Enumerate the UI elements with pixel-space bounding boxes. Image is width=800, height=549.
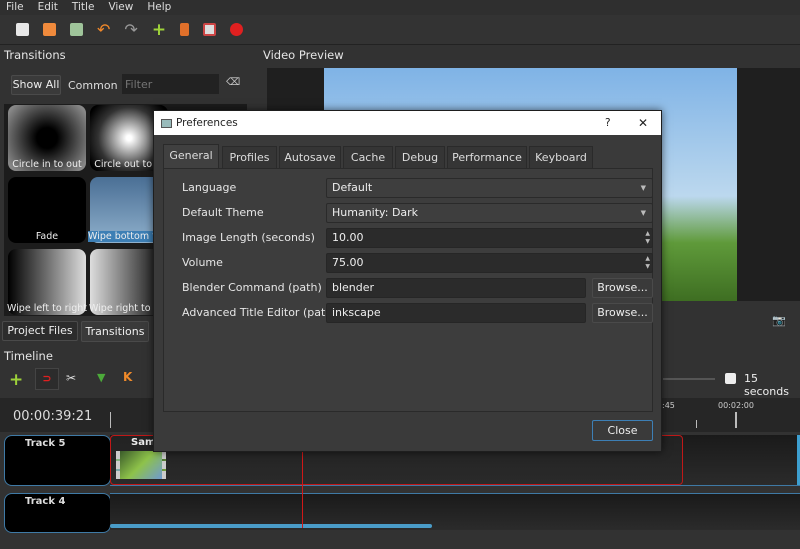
video-preview-title: Video Preview bbox=[263, 48, 344, 62]
general-pane: Language Default ▼ Default Theme Humanity… bbox=[163, 168, 653, 412]
redo-icon[interactable]: ↷ bbox=[124, 20, 137, 39]
razor-scissors-icon[interactable]: ✂ bbox=[66, 371, 76, 385]
menu-help[interactable]: Help bbox=[147, 0, 171, 15]
transition-label: Fade bbox=[35, 231, 59, 242]
tab-project-files[interactable]: Project Files bbox=[2, 321, 78, 341]
track-header[interactable]: Track 5 bbox=[4, 435, 111, 486]
dialog-title: Preferences bbox=[176, 117, 238, 129]
chevron-down-icon: ▼ bbox=[640, 209, 646, 217]
menu-title[interactable]: Title bbox=[72, 0, 95, 15]
volume-spinbox[interactable]: 75.00 ▲ ▼ bbox=[326, 253, 653, 273]
ruler-tick bbox=[735, 412, 737, 428]
close-button[interactable]: Close bbox=[592, 420, 653, 441]
timeline-scrollbar[interactable] bbox=[110, 524, 432, 528]
preferences-dialog: Preferences ? ✕ General Profiles Autosav… bbox=[153, 110, 662, 452]
zoom-slider[interactable] bbox=[663, 378, 715, 380]
tab-general[interactable]: General bbox=[163, 144, 219, 168]
image-length-value: 10.00 bbox=[332, 231, 364, 244]
common-button[interactable]: Common bbox=[68, 79, 118, 92]
playhead[interactable] bbox=[302, 448, 303, 528]
title-editor-label: Advanced Title Editor (path) bbox=[182, 306, 337, 319]
undo-icon[interactable]: ↶ bbox=[97, 20, 110, 39]
track-header[interactable]: Track 4 bbox=[4, 493, 111, 533]
import-files-icon[interactable]: + bbox=[152, 20, 166, 40]
menu-bar: File Edit Title View Help bbox=[0, 0, 800, 15]
transitions-title: Transitions bbox=[4, 48, 66, 62]
zoom-label: 15 seconds bbox=[744, 372, 789, 398]
add-marker-icon[interactable]: ▼ bbox=[97, 371, 105, 384]
transition-label: Circle in to out bbox=[12, 159, 82, 170]
clip-thumbnail bbox=[116, 451, 166, 479]
blender-browse-button[interactable]: Browse... bbox=[592, 278, 653, 298]
close-x-button[interactable]: ✕ bbox=[638, 111, 648, 135]
filter-input[interactable] bbox=[122, 74, 219, 94]
toolbar: ↶ ↷ + bbox=[0, 15, 800, 45]
tab-profiles[interactable]: Profiles bbox=[222, 146, 277, 168]
blender-path-input[interactable]: blender bbox=[326, 278, 586, 298]
language-value: Default bbox=[332, 181, 373, 194]
ruler-tick bbox=[696, 420, 697, 428]
transition-label: Wipe left to right bbox=[6, 303, 87, 314]
tab-autosave[interactable]: Autosave bbox=[279, 146, 341, 168]
track-name: Track 4 bbox=[25, 496, 66, 507]
spin-arrows-icon[interactable]: ▲ ▼ bbox=[645, 230, 650, 246]
image-length-spinbox[interactable]: 10.00 ▲ ▼ bbox=[326, 228, 653, 248]
timecode: 00:00:39:21 bbox=[13, 409, 93, 424]
menu-file[interactable]: File bbox=[6, 0, 24, 15]
menu-edit[interactable]: Edit bbox=[38, 0, 58, 15]
export-video-icon[interactable] bbox=[230, 23, 244, 36]
blender-label: Blender Command (path) bbox=[182, 281, 322, 294]
save-project-icon[interactable] bbox=[70, 23, 83, 36]
language-select[interactable]: Default ▼ bbox=[326, 178, 653, 198]
previous-marker-icon[interactable]: K bbox=[123, 370, 132, 384]
open-project-icon[interactable] bbox=[43, 23, 56, 36]
timeline-title: Timeline bbox=[4, 349, 53, 363]
tab-transitions[interactable]: Transitions bbox=[81, 321, 149, 342]
add-track-icon[interactable]: + bbox=[9, 370, 23, 390]
dialog-titlebar: Preferences ? ✕ bbox=[154, 111, 661, 135]
tab-cache[interactable]: Cache bbox=[343, 146, 393, 168]
clear-filter-icon[interactable]: ⌫ bbox=[226, 77, 240, 88]
camera-icon[interactable]: 📷 bbox=[772, 314, 786, 327]
snap-magnet-icon[interactable]: ⊃ bbox=[35, 368, 59, 390]
fullscreen-icon[interactable] bbox=[203, 23, 217, 36]
zoom-checkbox[interactable] bbox=[725, 373, 736, 384]
help-button[interactable]: ? bbox=[605, 111, 611, 135]
tab-keyboard[interactable]: Keyboard bbox=[529, 146, 593, 168]
choose-profile-icon[interactable] bbox=[180, 23, 190, 36]
tab-debug[interactable]: Debug bbox=[395, 146, 445, 168]
ruler-tick bbox=[110, 412, 111, 428]
track-name: Track 5 bbox=[25, 438, 66, 449]
new-project-icon[interactable] bbox=[16, 23, 29, 36]
menu-view[interactable]: View bbox=[108, 0, 133, 15]
title-editor-path-input[interactable]: inkscape bbox=[326, 303, 586, 323]
ruler-label: 00:02:00 bbox=[718, 401, 754, 410]
language-label: Language bbox=[182, 181, 237, 194]
chevron-down-icon: ▼ bbox=[640, 184, 646, 192]
app-icon bbox=[161, 119, 172, 128]
title-editor-browse-button[interactable]: Browse... bbox=[592, 303, 653, 323]
ruler-label: :45 bbox=[662, 401, 675, 410]
theme-value: Humanity: Dark bbox=[332, 206, 419, 219]
show-all-button[interactable]: Show All bbox=[11, 75, 61, 95]
volume-value: 75.00 bbox=[332, 256, 364, 269]
volume-label: Volume bbox=[182, 256, 223, 269]
theme-label: Default Theme bbox=[182, 206, 264, 219]
tab-performance[interactable]: Performance bbox=[447, 146, 527, 168]
theme-select[interactable]: Humanity: Dark ▼ bbox=[326, 203, 653, 223]
image-length-label: Image Length (seconds) bbox=[182, 231, 315, 244]
spin-arrows-icon[interactable]: ▲ ▼ bbox=[645, 255, 650, 271]
